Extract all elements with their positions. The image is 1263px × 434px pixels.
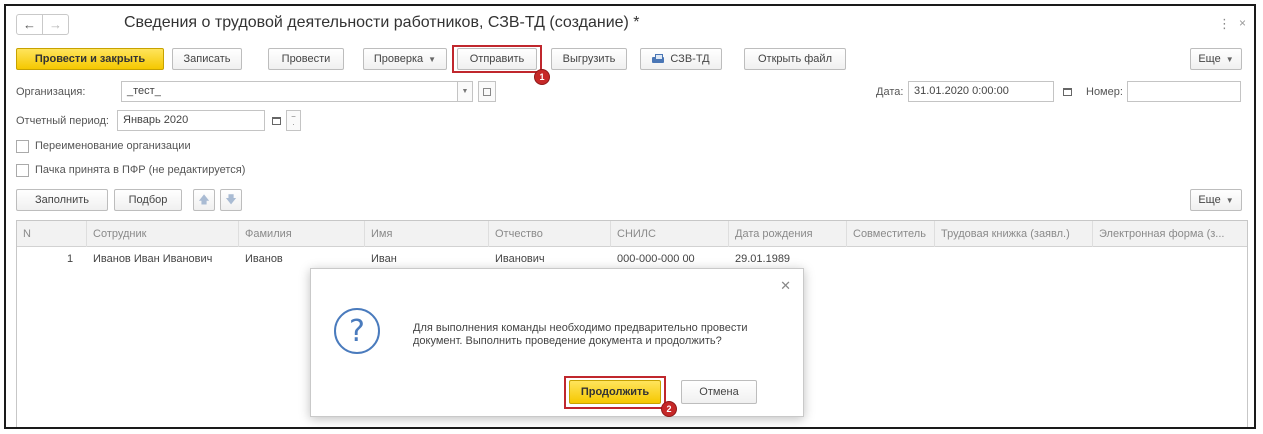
cell-patronymic: Иванович [495, 253, 545, 265]
dialog-message: Для выполнения команды необходимо предва… [413, 322, 748, 347]
post-button[interactable]: Провести [268, 48, 344, 70]
cell-last-name: Иванов [245, 253, 283, 265]
document-window: ← → Сведения о трудовой деятельности раб… [4, 4, 1256, 429]
col-work-book[interactable]: Трудовая книжка (заявл.) [935, 221, 1093, 247]
organization-open-button[interactable] [478, 81, 496, 102]
more-button[interactable]: Еще ▼ [1190, 48, 1242, 70]
printer-icon [652, 54, 665, 64]
question-icon: ? [334, 308, 380, 354]
forward-button[interactable]: → [42, 14, 69, 35]
col-employee[interactable]: Сотрудник [87, 221, 239, 247]
table-header: N Сотрудник Фамилия Имя Отчество СНИЛС Д… [17, 221, 1247, 247]
col-patronymic[interactable]: Отчество [489, 221, 611, 247]
number-label: Номер: [1086, 86, 1123, 98]
print-szv-button[interactable]: СЗВ-ТД [640, 48, 722, 70]
calendar-icon [271, 116, 281, 125]
chevron-down-icon: ▼ [461, 88, 469, 95]
col-last-name[interactable]: Фамилия [239, 221, 365, 247]
col-birth-date[interactable]: Дата рождения [729, 221, 847, 247]
cell-birth-date: 29.01.1989 [735, 253, 791, 265]
col-first-name[interactable]: Имя [365, 221, 489, 247]
period-label: Отчетный период: [16, 115, 109, 127]
move-down-button[interactable]: 🡇 [220, 189, 242, 211]
fill-button[interactable]: Заполнить [16, 189, 108, 211]
callout-badge-2: 2 [661, 401, 677, 417]
date-field[interactable]: 31.01.2020 0:00:00 [908, 81, 1054, 102]
cell-first-name: Иван [371, 253, 397, 265]
arrow-left-icon: ← [23, 17, 36, 32]
close-icon[interactable]: ✕ [780, 278, 791, 294]
check-dropdown-button[interactable]: Проверка ▼ [363, 48, 447, 70]
save-button[interactable]: Записать [172, 48, 242, 70]
print-szv-label: СЗВ-ТД [670, 53, 710, 65]
arrow-right-icon: → [49, 17, 62, 32]
period-stepper[interactable]: − · [286, 110, 301, 131]
open-link-icon [483, 87, 491, 96]
more-actions-icon[interactable]: ⋮ [1218, 16, 1231, 32]
check-label: Проверка [373, 53, 424, 65]
organization-label: Организация: [16, 86, 86, 98]
batch-accepted-label: Пачка принята в ПФР (не редактируется) [35, 164, 246, 176]
move-up-button[interactable]: 🡅 [193, 189, 215, 211]
number-field[interactable] [1127, 81, 1241, 102]
continue-highlight-frame [564, 376, 666, 409]
batch-accepted-checkbox[interactable] [16, 164, 29, 177]
send-highlight-frame [452, 45, 542, 73]
stepper-down-icon: · [292, 119, 295, 129]
date-label: Дата: [876, 86, 904, 98]
post-and-close-button[interactable]: Провести и закрыть [16, 48, 164, 70]
col-n[interactable]: N [17, 221, 87, 247]
cell-snils: 000-000-000 00 [617, 253, 695, 265]
confirm-dialog: ✕ ? Для выполнения команды необходимо пр… [310, 268, 804, 417]
back-button[interactable]: ← [16, 14, 43, 35]
window-title: Сведения о трудовой деятельности работни… [124, 14, 640, 31]
date-calendar-button[interactable] [1058, 81, 1076, 102]
chevron-down-icon: ▼ [1225, 54, 1234, 64]
rename-org-label: Переименование организации [35, 140, 191, 152]
period-field[interactable]: Январь 2020 [117, 110, 265, 131]
col-part-time[interactable]: Совместитель [847, 221, 935, 247]
chevron-down-icon: ▼ [428, 54, 437, 64]
select-button[interactable]: Подбор [114, 189, 182, 211]
upload-button[interactable]: Выгрузить [551, 48, 627, 70]
rename-org-checkbox[interactable] [16, 140, 29, 153]
callout-badge-1: 1 [534, 69, 550, 85]
more-label: Еще [1198, 53, 1221, 65]
close-icon[interactable]: × [1239, 16, 1246, 30]
period-calendar-button[interactable] [268, 110, 284, 131]
cell-n: 1 [67, 253, 74, 265]
arrow-up-icon: 🡅 [198, 193, 210, 206]
calendar-icon [1062, 87, 1072, 96]
cancel-button[interactable]: Отмена [681, 380, 757, 404]
col-snils[interactable]: СНИЛС [611, 221, 729, 247]
table-more-label: Еще [1198, 194, 1221, 206]
table-more-button[interactable]: Еще ▼ [1190, 189, 1242, 211]
chevron-down-icon: ▼ [1225, 195, 1234, 205]
col-electronic-form[interactable]: Электронная форма (з... [1093, 221, 1248, 247]
organization-dropdown-button[interactable]: ▼ [457, 81, 473, 102]
organization-field[interactable]: _тест_ [121, 81, 458, 102]
arrow-down-icon: 🡇 [225, 193, 237, 206]
cell-employee: Иванов Иван Иванович [93, 253, 213, 265]
open-file-button[interactable]: Открыть файл [744, 48, 846, 70]
